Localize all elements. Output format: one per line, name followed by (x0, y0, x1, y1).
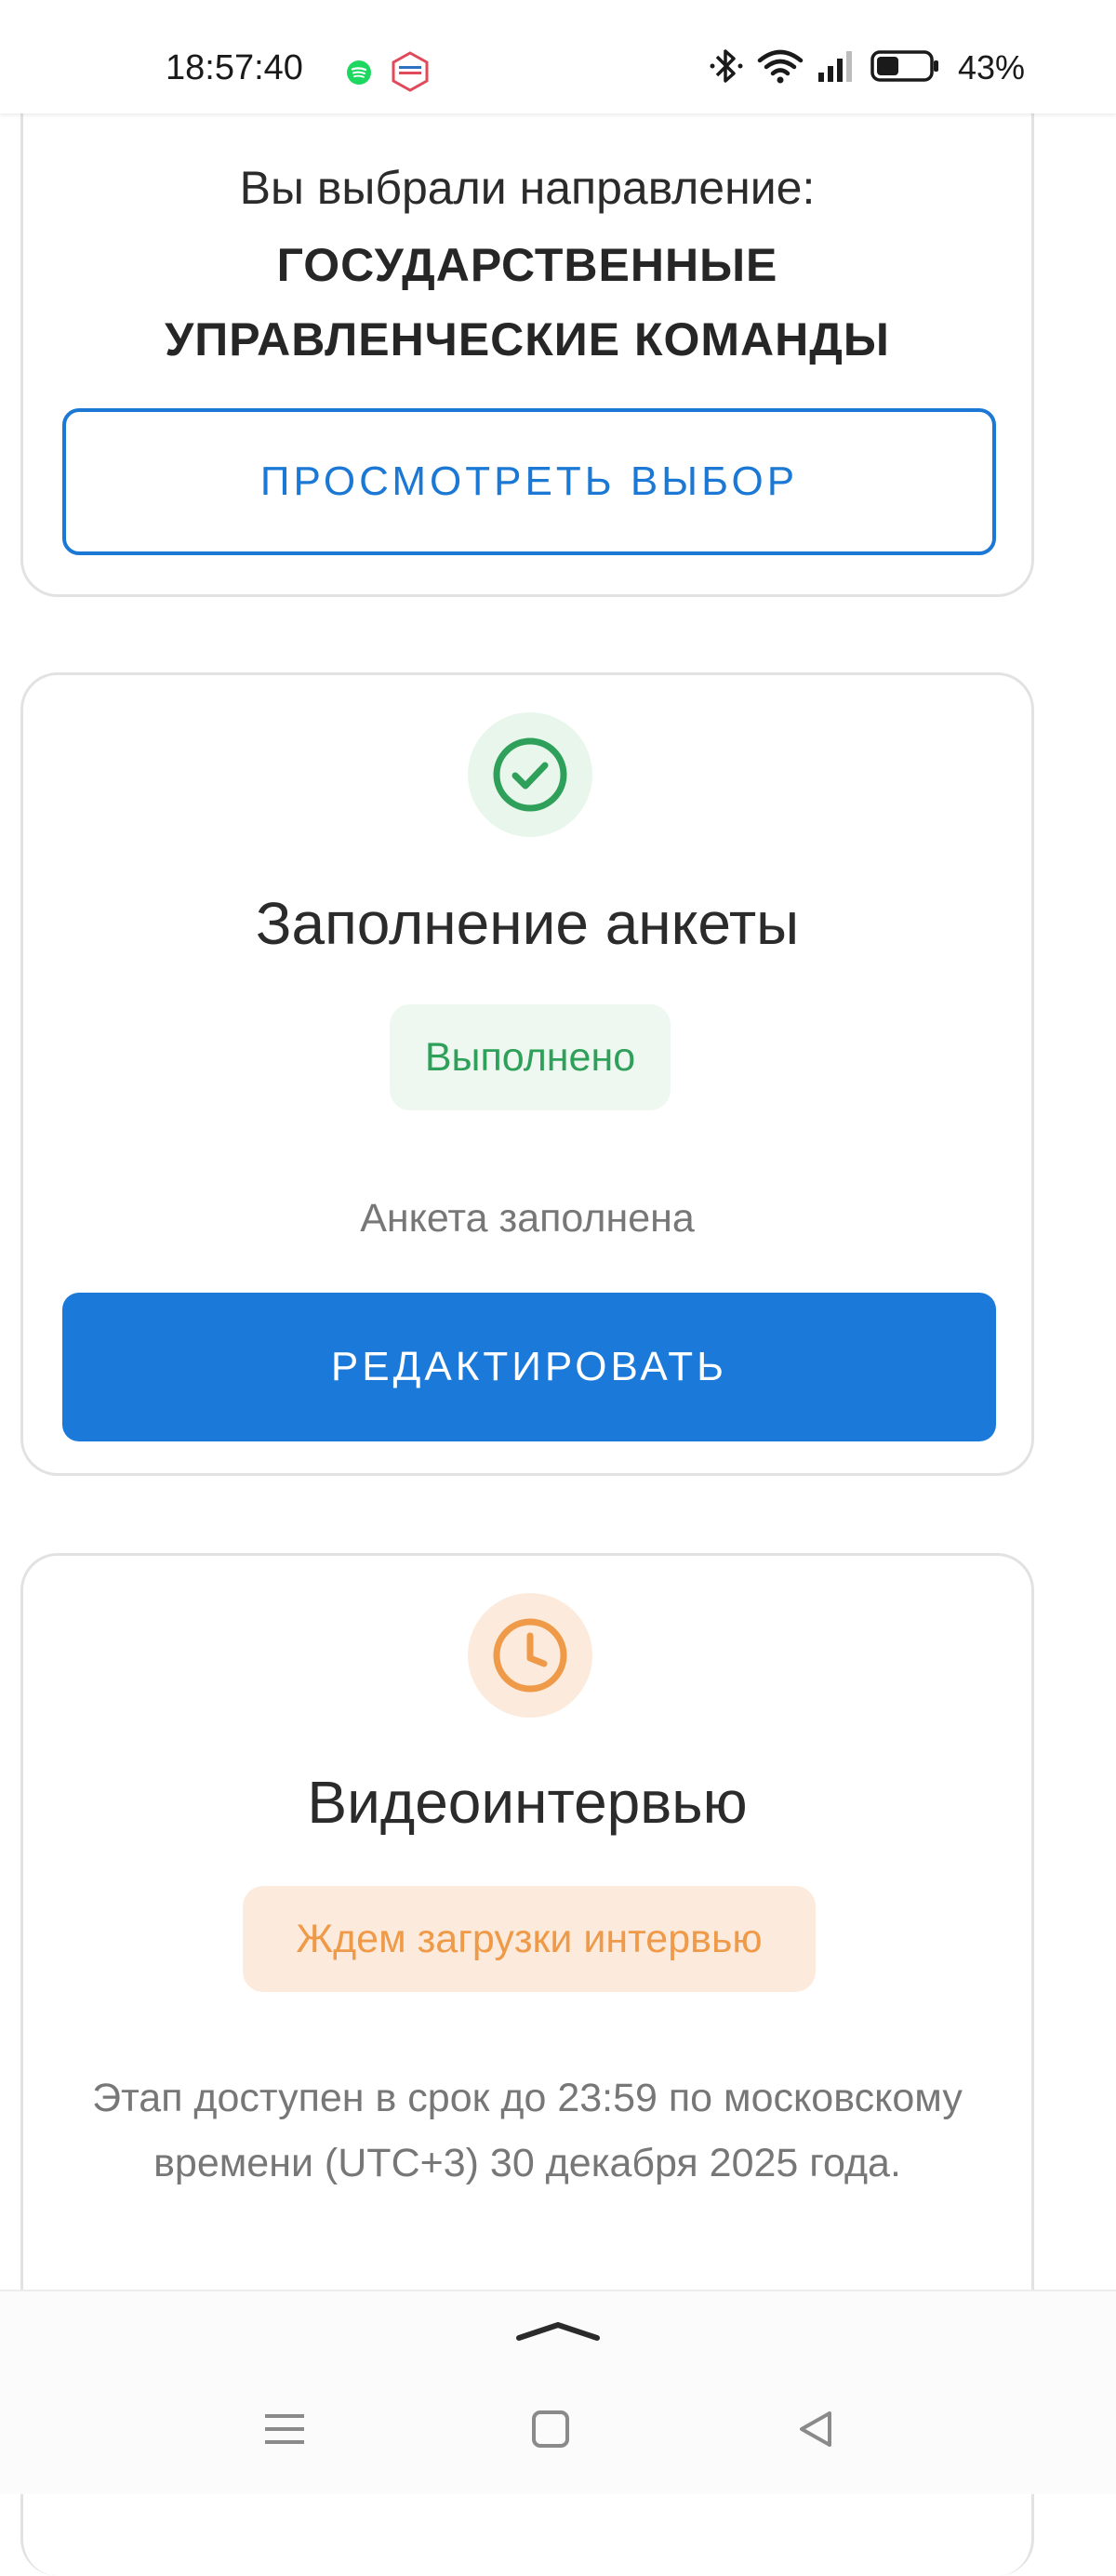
questionnaire-card: Заполнение анкеты Выполнено Анкета запол… (20, 672, 1034, 1476)
bluetooth-icon (709, 46, 744, 91)
back-icon[interactable] (789, 2401, 844, 2457)
status-time: 18:57:40 (166, 48, 303, 87)
view-choice-button[interactable]: ПРОСМОТРЕТЬ ВЫБОР (62, 408, 996, 555)
questionnaire-status-badge: Выполнено (390, 1004, 671, 1110)
clock-icon (468, 1593, 592, 1718)
interview-deadline-note: Этап доступен в срок до 23:59 по московс… (92, 2076, 963, 2185)
questionnaire-title: Заполнение анкеты (255, 890, 800, 957)
spotify-icon (346, 60, 372, 86)
edit-button[interactable]: РЕДАКТИРОВАТЬ (62, 1293, 996, 1441)
direction-label: Вы выбрали направление: (239, 162, 816, 214)
gosuslugi-icon (389, 50, 432, 93)
check-circle-icon (468, 712, 592, 837)
interview-status-badge: Ждем загрузки интервью (243, 1886, 816, 1992)
interview-title: Видеоинтервью (307, 1769, 748, 1836)
navigation-bar (0, 2364, 1116, 2494)
signal-icon (817, 48, 857, 88)
status-bar: 18:57:40 43% (0, 0, 1116, 113)
page-content: Вы выбрали направление: ГОСУДАРСТВЕННЫЕ … (0, 0, 1116, 2576)
wifi-icon (757, 47, 804, 89)
home-icon[interactable] (523, 2401, 578, 2457)
questionnaire-note: Анкета заполнена (360, 1196, 695, 1241)
battery-percent: 43% (957, 48, 1025, 86)
menu-icon[interactable] (257, 2401, 312, 2457)
direction-value: ГОСУДАРСТВЕННЫЕ УПРАВЛЕНЧЕСКИЕ КОМАНДЫ (165, 239, 890, 365)
bottom-panel (0, 2290, 1116, 2494)
sheet-handle-icon[interactable] (515, 2317, 601, 2345)
battery-icon (870, 48, 941, 88)
status-indicators: 43% (709, 45, 1025, 91)
